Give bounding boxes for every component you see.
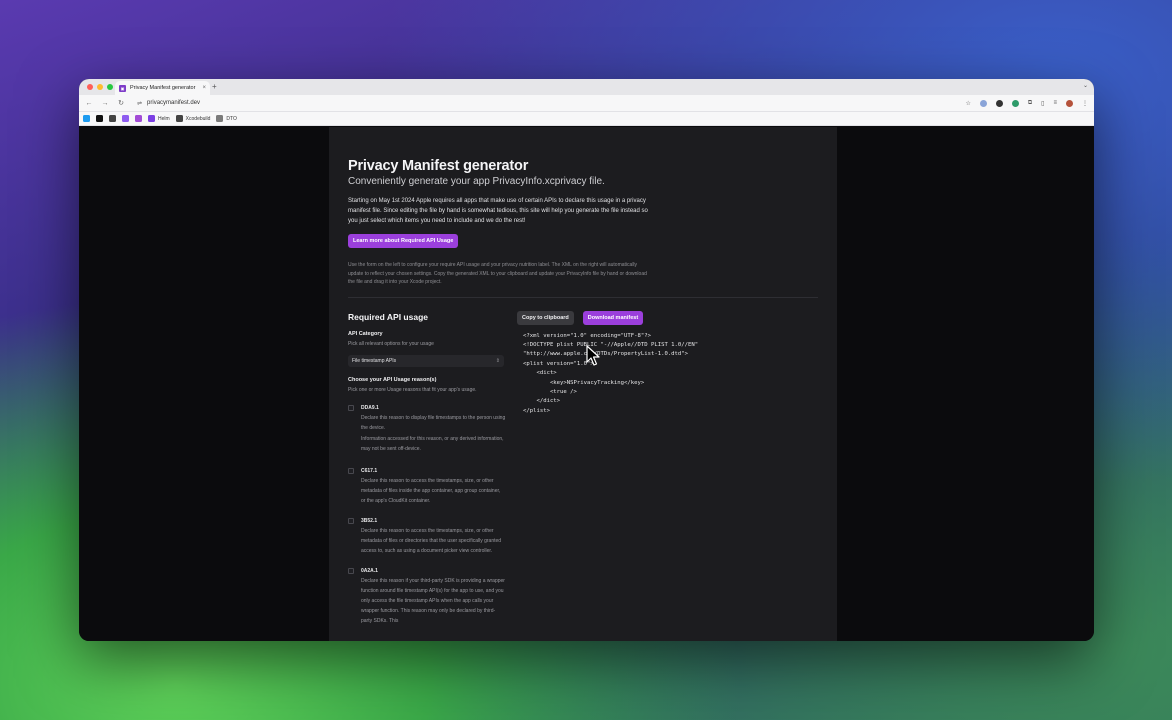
tab-close-icon[interactable]: × [202,85,206,91]
helm-icon [148,115,155,122]
new-tab-button[interactable]: + [212,82,217,91]
bookmarks-bar: Helm Xcodebuild DTO [79,112,1094,126]
reason-option: 0A2A.1 Declare this reason if your third… [348,567,517,626]
bookmark-label: DTO [226,115,237,122]
api-category-label: API Category [348,330,383,337]
reason-code: C617.1 [361,467,378,474]
howto-paragraph: Use the form on the left to configure yo… [348,262,647,285]
reason-code: 0A2A.1 [361,567,378,574]
avatar[interactable] [1066,99,1073,107]
extensions-puzzle-icon[interactable]: ⧉ [1028,100,1032,107]
reason-description: Declare this reason to access the timest… [361,477,501,504]
reload-icon[interactable]: ↻ [117,99,125,107]
api-category-select[interactable]: File timestamp APIs ⇕ [348,354,504,367]
intro-paragraph: Starting on May 1st 2024 Apple requires … [348,198,648,224]
reason-checkbox[interactable] [348,467,354,474]
reason-note: Information accessed for this reason, or… [361,435,504,452]
xcodebuild-icon [175,115,183,122]
reason-checkbox[interactable] [348,404,354,411]
reason-code: DDA9.1 [361,404,379,411]
reason-checkbox[interactable] [348,517,354,524]
reading-list-icon[interactable]: ≡ [1053,100,1057,106]
extension-icon[interactable] [1011,99,1019,107]
bookmark-item[interactable] [83,115,90,122]
reason-option: DDA9.1 Declare this reason to display fi… [348,404,517,454]
bookmark-star-icon[interactable]: ☆ [965,100,970,107]
bookmark-item-helm[interactable]: Helm [148,115,170,122]
tab-search-button[interactable]: ⌄ [1083,82,1088,89]
bookmark-icon [122,115,129,122]
section-title: Required API usage [348,311,428,322]
bookmark-item[interactable] [122,115,129,122]
sidebar-icon[interactable]: ▯ [1041,100,1044,107]
tab-favicon-icon: ▣ [119,84,126,92]
reason-option: 3B52.1 Declare this reason to access the… [348,517,517,556]
bookmark-icon [96,115,103,122]
menu-kebab-icon[interactable]: ⋮ [1082,100,1088,107]
reason-option: C617.1 Declare this reason to access the… [348,467,517,506]
url-text: privacymanifest.dev [147,100,201,106]
learn-more-button[interactable]: Learn more about Required API Usage [348,234,459,248]
folder-icon [216,115,224,122]
bookmark-icon [135,115,142,122]
reason-description: Declare this reason to access the timest… [361,527,502,554]
browser-tab[interactable]: ▣ Privacy Manifest generator × [115,81,210,95]
bookmark-item-dto[interactable]: DTO [216,115,237,122]
bookmark-item[interactable] [135,115,142,122]
bookmark-item[interactable] [109,115,116,122]
window-controls [87,84,113,90]
api-category-help: Pick all relevant options for your usage [348,340,434,347]
reasons-help: Pick one or more Usage reasons that fit … [348,386,477,393]
extension-icon[interactable] [979,99,987,107]
mouse-cursor-icon [586,345,600,366]
reason-description: Declare this reason to display file time… [361,414,506,431]
divider [348,296,818,298]
address-bar[interactable]: ⇌ privacymanifest.dev ☆ ⧉ ▯ ≡ ⋮ [133,97,1088,109]
close-window-button[interactable] [87,84,93,90]
reason-description: Declare this reason if your third-party … [361,577,505,624]
page-subtitle: Conveniently generate your app PrivacyIn… [348,176,605,187]
reason-code: 3B52.1 [361,517,378,524]
address-toolbar: ← → ↻ ⇌ privacymanifest.dev ☆ ⧉ ▯ ≡ ⋮ [79,95,1094,112]
api-category-value: File timestamp APIs [352,357,397,364]
output-column: Copy to clipboard Download manifest <?xm… [517,310,818,626]
reason-checkbox[interactable] [348,567,354,574]
extension-icon[interactable] [995,99,1003,107]
download-manifest-button[interactable]: Download manifest [582,310,644,325]
xml-output[interactable]: <?xml version="1.0" encoding="UTF-8"?> <… [523,332,818,417]
toolbar-actions: ☆ ⧉ ▯ ≡ ⋮ [965,99,1088,107]
bookmark-icon [109,115,116,122]
bookmark-label: Xcodebuild [185,115,211,122]
site-info-icon[interactable]: ⇌ [137,100,142,107]
bookmark-label: Helm [158,115,170,122]
zoom-window-button[interactable] [107,84,113,90]
tab-strip: ▣ Privacy Manifest generator × + ⌄ [79,79,1094,95]
page-viewport: Privacy Manifest generator Conveniently … [79,127,1094,641]
bookmark-item-xcodebuild[interactable]: Xcodebuild [175,115,211,122]
chevron-updown-icon: ⇕ [495,357,500,364]
generator-columns: Required API usage API Category Pick all… [348,310,818,626]
forward-arrow-icon[interactable]: → [101,100,109,107]
browser-window: ▣ Privacy Manifest generator × + ⌄ ← → ↻… [79,79,1094,641]
back-arrow-icon[interactable]: ← [85,100,93,107]
bookmark-item[interactable] [96,115,103,122]
tab-title: Privacy Manifest generator [130,85,196,91]
minimize-window-button[interactable] [97,84,103,90]
output-actions: Copy to clipboard Download manifest [517,310,818,325]
reasons-label: Choose your API Usage reason(s) [348,376,437,383]
form-column: Required API usage API Category Pick all… [348,311,517,626]
main-content: Privacy Manifest generator Conveniently … [329,127,837,641]
page-title: Privacy Manifest generator [348,158,529,174]
bookmark-icon [83,115,90,122]
copy-to-clipboard-button[interactable]: Copy to clipboard [517,310,574,325]
